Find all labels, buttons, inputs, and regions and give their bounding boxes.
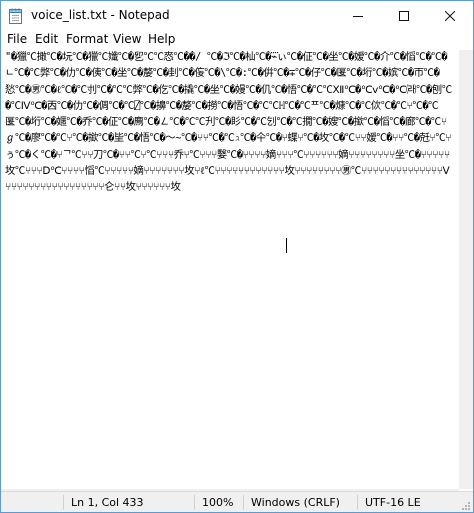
close-icon [445, 11, 455, 21]
zoom-level: 100% [202, 496, 234, 509]
status-separator [63, 495, 64, 510]
status-bar: Ln 1, Col 433 100% Windows (CRLF) UTF-16… [1, 491, 473, 512]
menu-format[interactable]: Format [66, 32, 108, 46]
menu-view[interactable]: View [113, 32, 141, 46]
status-separator [357, 495, 358, 510]
minimize-button[interactable] [335, 1, 381, 31]
menu-bar: File Edit Format View Help [1, 31, 473, 50]
maximize-button[interactable] [381, 1, 427, 31]
document-text[interactable]: "�獵℃撖℃�坃℃�獵℃孅℃�乮℃℃㤲℃��/ ℃�ℑ℃�杣℃�⌁⃜ぃ℃�佂℃�… [5, 50, 455, 195]
text-caret [286, 238, 287, 253]
status-separator [194, 495, 195, 510]
vertical-scrollbar[interactable] [459, 50, 473, 489]
title-bar[interactable]: voice_list.txt - Notepad [1, 1, 473, 31]
line-ending: Windows (CRLF) [251, 496, 340, 509]
close-button[interactable] [427, 1, 473, 31]
window-title: voice_list.txt - Notepad [31, 8, 170, 22]
notepad-icon [9, 8, 22, 24]
menu-file[interactable]: File [7, 32, 27, 46]
status-separator [243, 495, 244, 510]
menu-edit[interactable]: Edit [35, 32, 58, 46]
resize-grip-icon[interactable] [461, 501, 471, 511]
text-encoding: UTF-16 LE [365, 496, 421, 509]
menu-help[interactable]: Help [148, 32, 175, 46]
minimize-icon [353, 16, 363, 17]
text-editor-area[interactable]: "�獵℃撖℃�坃℃�獵℃孅℃�乮℃℃㤲℃��/ ℃�ℑ℃�杣℃�⌁⃜ぃ℃�佂℃�… [1, 50, 459, 489]
maximize-icon [399, 11, 409, 21]
cursor-position: Ln 1, Col 433 [71, 496, 144, 509]
notepad-window: voice_list.txt - Notepad File Edit Forma… [0, 0, 474, 513]
